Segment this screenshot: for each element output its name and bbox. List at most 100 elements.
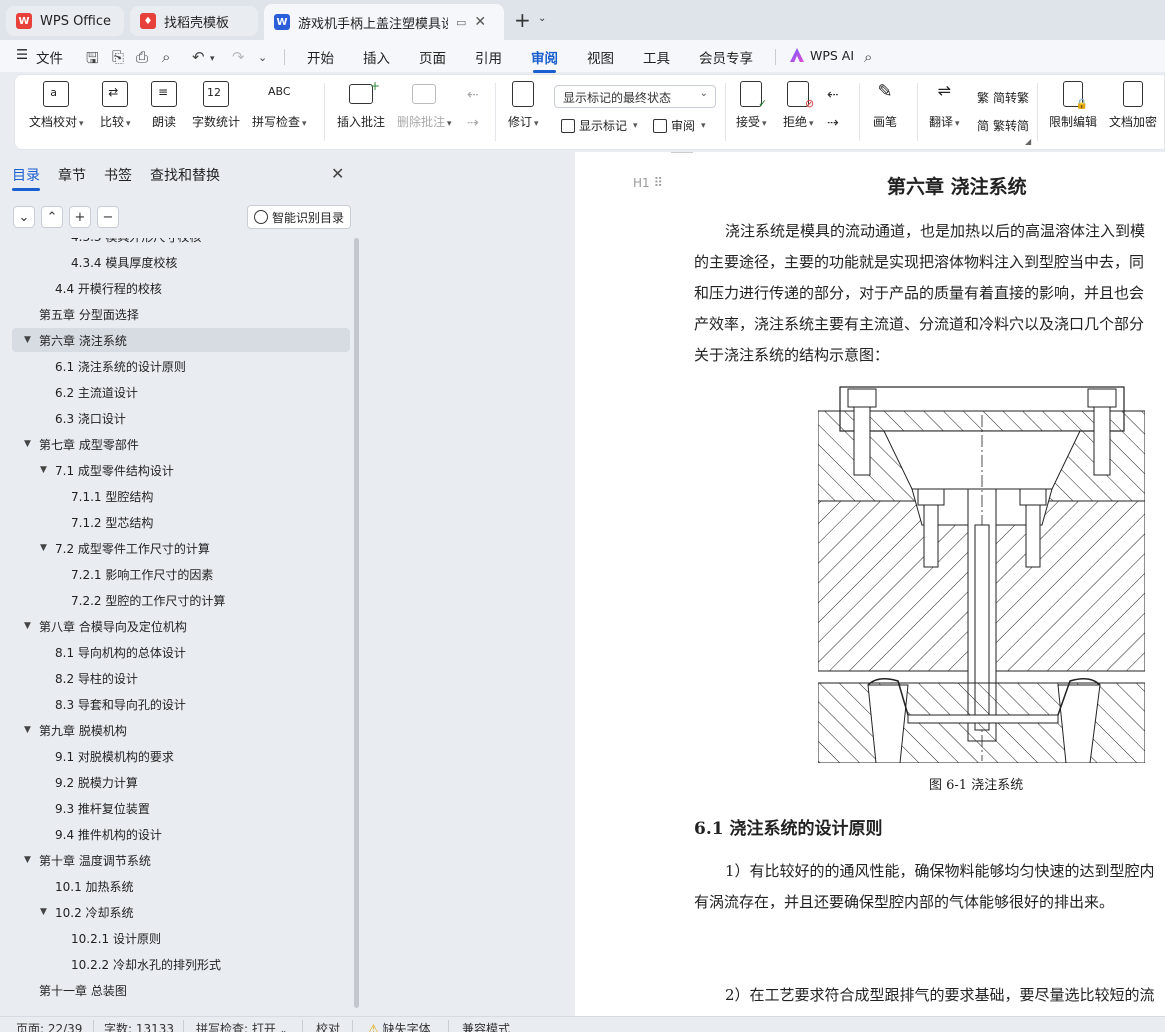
nav-tab-bookmarks[interactable]: 书签: [104, 165, 132, 185]
accept-button[interactable]: ✓ 接受 ▾: [736, 81, 767, 130]
pen-button[interactable]: ✎ 画笔: [873, 81, 897, 130]
menu-tools[interactable]: 工具: [643, 47, 670, 67]
spell-check-button[interactable]: ABC 拼写检查 ▾: [252, 81, 307, 130]
toc-scrollbar[interactable]: [354, 238, 359, 1008]
toc-item[interactable]: 10.2.2 冷却水孔的排列形式: [12, 952, 350, 976]
expand-triangle-icon[interactable]: ▼: [24, 621, 31, 631]
menu-start[interactable]: 开始: [307, 47, 334, 67]
menu-view[interactable]: 视图: [587, 47, 614, 67]
promote-level-button[interactable]: +: [69, 206, 91, 228]
insert-comment-button[interactable]: + 插入批注: [337, 79, 385, 130]
prev-change-icon[interactable]: ⇠: [827, 87, 839, 103]
nav-tab-toc[interactable]: 目录: [12, 165, 40, 191]
compare-button[interactable]: ⇄ 比较 ▾: [100, 81, 131, 130]
menu-file[interactable]: 文件: [36, 47, 63, 67]
restrict-edit-button[interactable]: 🔒 限制编辑: [1049, 81, 1097, 130]
wps-ai-button[interactable]: WPS AI: [810, 48, 854, 63]
window-icon[interactable]: ▭: [456, 16, 466, 29]
hamburger-icon[interactable]: ☰: [16, 47, 28, 63]
expand-triangle-icon[interactable]: ▼: [24, 335, 31, 345]
next-comment-icon[interactable]: ⇢: [467, 115, 479, 131]
proofread-status[interactable]: 校对: [316, 1020, 340, 1032]
menu-insert[interactable]: 插入: [363, 47, 390, 67]
smart-toc-button[interactable]: 智能识别目录: [247, 205, 351, 229]
revise-button[interactable]: 修订 ▾: [508, 81, 539, 130]
toc-item[interactable]: 7.2.2 型腔的工作尺寸的计算: [12, 588, 350, 612]
search-icon[interactable]: ⌕: [864, 48, 872, 66]
toc-item[interactable]: ▼ 第六章 浇注系统: [12, 328, 350, 352]
nav-tab-find-replace[interactable]: 查找和替换: [150, 165, 220, 185]
toc-item[interactable]: 10.2.1 设计原则: [12, 926, 350, 950]
drag-handle-icon[interactable]: ⠿: [654, 176, 664, 191]
toc-item[interactable]: 9.4 推件机构的设计: [12, 822, 350, 846]
page-indicator[interactable]: 页面: 22/39: [16, 1020, 82, 1032]
read-aloud-button[interactable]: ≡ 朗读: [151, 81, 177, 130]
next-change-icon[interactable]: ⇢: [827, 115, 839, 131]
toc-item[interactable]: ▼ 第九章 脱模机构: [12, 718, 350, 742]
toc-item[interactable]: 4.3.3 模具外形尺寸校核: [12, 238, 350, 248]
doc-encrypt-button[interactable]: 文档加密: [1109, 81, 1157, 130]
expand-triangle-icon[interactable]: ▼: [40, 465, 47, 475]
expand-triangle-icon[interactable]: ▼: [24, 439, 31, 449]
toc-item[interactable]: 4.3.4 模具厚度校核: [12, 250, 350, 274]
export-icon[interactable]: ⎘: [112, 48, 124, 66]
collapse-down-button[interactable]: ⌄: [13, 206, 35, 228]
print-preview-icon[interactable]: ⌕: [162, 48, 170, 66]
toc-item[interactable]: 第五章 分型面选择: [12, 302, 350, 326]
redo-icon[interactable]: ↷: [232, 48, 245, 66]
toc-item[interactable]: 6.2 主流道设计: [12, 380, 350, 404]
undo-icon[interactable]: ↶: [192, 48, 205, 66]
toc-item[interactable]: 7.2.1 影响工作尺寸的因素: [12, 562, 350, 586]
translate-button[interactable]: ⇌ 翻译 ▾: [929, 81, 960, 130]
expand-up-button[interactable]: ⌃: [41, 206, 63, 228]
spell-check-status[interactable]: 拼写检查: 打开 ⌄: [196, 1020, 287, 1032]
tab-wps-office[interactable]: W WPS Office: [6, 6, 124, 36]
tab-list-chevron-icon[interactable]: ⌄: [538, 13, 546, 24]
more-chevron-icon[interactable]: ⌄: [258, 51, 267, 64]
toc-item[interactable]: ▼ 第十章 温度调节系统: [12, 848, 350, 872]
menu-reference[interactable]: 引用: [475, 47, 502, 67]
toc-item[interactable]: 8.2 导柱的设计: [12, 666, 350, 690]
word-count-button[interactable]: 12 字数统计: [192, 81, 240, 130]
reject-button[interactable]: ⊘ 拒绝 ▾: [783, 81, 814, 130]
toc-item[interactable]: 6.1 浇注系统的设计原则: [12, 354, 350, 378]
toc-item[interactable]: 第十一章 总装图: [12, 978, 350, 1002]
nav-tab-chapters[interactable]: 章节: [58, 165, 86, 185]
close-panel-icon[interactable]: ✕: [331, 164, 344, 183]
toc-item[interactable]: 10.1 加热系统: [12, 874, 350, 898]
print-icon[interactable]: ⎙: [136, 48, 148, 66]
demote-level-button[interactable]: −: [97, 206, 119, 228]
save-icon[interactable]: 🖫: [86, 48, 99, 73]
doc-check-button[interactable]: a 文档校对 ▾: [29, 81, 84, 130]
show-markup-button[interactable]: 显示标记 ▾: [561, 117, 638, 134]
expand-triangle-icon[interactable]: ▼: [24, 725, 31, 735]
undo-dropdown-icon[interactable]: ▾: [210, 54, 215, 64]
missing-font-status[interactable]: ⚠ 缺失字体: [368, 1020, 431, 1032]
close-tab-icon[interactable]: ✕: [474, 14, 486, 30]
markup-state-select[interactable]: 显示标记的最终状态 ⌄: [554, 85, 716, 108]
toc-item[interactable]: ▼ 10.2 冷却系统: [12, 900, 350, 924]
toc-item[interactable]: 6.3 浇口设计: [12, 406, 350, 430]
menu-page[interactable]: 页面: [419, 47, 446, 67]
toc-item[interactable]: 7.1.2 型芯结构: [12, 510, 350, 534]
toc-item[interactable]: 8.1 导向机构的总体设计: [12, 640, 350, 664]
delete-comment-button[interactable]: 删除批注 ▾: [397, 81, 452, 130]
document-page[interactable]: H1 ⠿ 第六章 浇注系统 浇注系统是模具的流动通道，也是加热以后的高温溶体注入…: [575, 152, 1165, 1016]
toc-item[interactable]: 9.1 对脱模机构的要求: [12, 744, 350, 768]
scrollbar-thumb[interactable]: [354, 238, 359, 1008]
to-traditional-button[interactable]: 繁 简转繁: [977, 89, 1029, 106]
expand-triangle-icon[interactable]: ▼: [40, 907, 47, 917]
toc-item[interactable]: 7.1.1 型腔结构: [12, 484, 350, 508]
toc-item[interactable]: ▼ 第八章 合模导向及定位机构: [12, 614, 350, 638]
tab-current-document[interactable]: W 游戏机手柄上盖注塑模具设计 ▭ ✕: [264, 4, 504, 40]
prev-comment-icon[interactable]: ⇠: [467, 87, 479, 103]
heading-level-marker[interactable]: H1 ⠿: [633, 176, 663, 191]
toc-item[interactable]: 9.3 推杆复位装置: [12, 796, 350, 820]
new-tab-icon[interactable]: +: [514, 8, 531, 32]
toc-item[interactable]: 8.3 导套和导向孔的设计: [12, 692, 350, 716]
tab-docer-templates[interactable]: ♦ 找稻壳模板: [130, 6, 258, 36]
expand-triangle-icon[interactable]: ▼: [24, 855, 31, 865]
toc-item[interactable]: ▼ 7.1 成型零件结构设计: [12, 458, 350, 482]
to-simplified-button[interactable]: 简 繁转简: [977, 117, 1029, 134]
toc-item[interactable]: ▼ 第七章 成型零部件: [12, 432, 350, 456]
